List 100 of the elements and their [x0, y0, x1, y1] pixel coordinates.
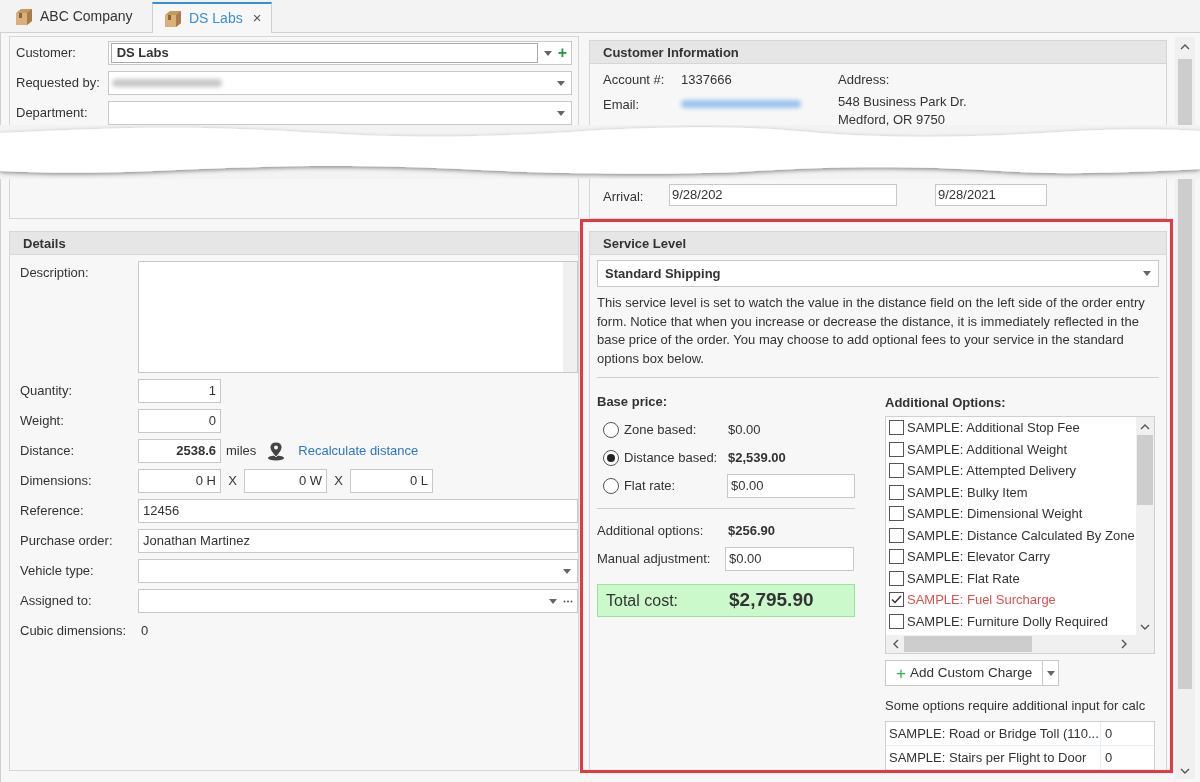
radio-button[interactable] — [603, 450, 619, 466]
dropdown-arrow-icon[interactable] — [543, 50, 552, 56]
table-cell: SAMPLE: Stairs per Flight to Door — [886, 745, 1101, 769]
vertical-scrollbar[interactable] — [1175, 37, 1195, 125]
dropdown-field[interactable] — [138, 559, 578, 583]
dropdown-field[interactable] — [138, 589, 578, 613]
radio-label: Flat rate: — [623, 477, 677, 496]
option-label: SAMPLE: Distance Calculated By Zone — [907, 526, 1135, 545]
additional-options-value: $256.90 — [728, 522, 775, 541]
dropdown-arrow-icon[interactable] — [557, 80, 565, 86]
scroll-left-icon[interactable] — [892, 639, 900, 650]
radio-button[interactable] — [603, 422, 619, 438]
service-level-dropdown[interactable]: Standard Shipping — [597, 260, 1159, 287]
document-tab[interactable]: DS Labs × — [152, 2, 273, 33]
checkbox[interactable] — [889, 613, 904, 629]
customer-combo[interactable]: DS Labs + — [107, 41, 572, 65]
vertical-scrollbar[interactable] — [1175, 179, 1195, 779]
scroll-up-icon[interactable] — [1140, 423, 1150, 431]
field-label: Weight: — [20, 412, 65, 430]
options-title: Additional Options: — [885, 394, 1007, 412]
address-line: Medford, OR 9750 — [838, 110, 946, 129]
date-field[interactable]: 9/28/202 — [669, 183, 897, 206]
checkbox[interactable] — [889, 570, 904, 586]
price-value: $0.00 — [728, 421, 761, 440]
checkbox[interactable] — [889, 527, 904, 543]
more-icon[interactable] — [563, 599, 573, 603]
field-label: Email: — [603, 95, 641, 114]
number-field[interactable]: 0 — [138, 409, 221, 433]
scroll-up-icon[interactable] — [1180, 43, 1190, 51]
dropdown-arrow-icon[interactable] — [549, 598, 557, 604]
checkbox[interactable] — [889, 484, 904, 500]
scroll-right-icon[interactable] — [1120, 639, 1128, 650]
checkbox[interactable] — [889, 549, 904, 565]
base-price-label: Base price: — [597, 393, 669, 411]
account-number: 1337666 — [681, 71, 733, 89]
field-label: Requested by: — [16, 74, 101, 93]
unit-label: miles — [226, 442, 257, 460]
scroll-thumb[interactable] — [1178, 179, 1192, 689]
field-label: Assigned to: — [20, 592, 93, 610]
table-cell[interactable]: 0 — [1101, 745, 1117, 769]
field-label: Description: — [20, 264, 90, 282]
number-field[interactable]: 1 — [138, 379, 221, 403]
field-label: Additional options: — [597, 522, 705, 541]
radio-label: Distance based: — [624, 449, 719, 468]
text-field[interactable]: 12456 — [138, 499, 578, 523]
list-scrollbar[interactable] — [1136, 417, 1154, 636]
textarea-scrollbar[interactable] — [563, 262, 577, 372]
tab-label: ABC Company — [40, 7, 133, 26]
option-label: SAMPLE: Bulky Item — [907, 483, 1028, 502]
dropdown-arrow-icon[interactable] — [563, 568, 571, 574]
recalculate-link[interactable]: Recalculate distance — [298, 439, 419, 463]
option-label: SAMPLE: Dimensional Weight — [907, 505, 1083, 523]
times-sign: X — [227, 472, 238, 490]
text-field[interactable]: Jonathan Martinez — [138, 529, 578, 553]
map-pin-icon[interactable] — [266, 441, 287, 461]
cubic-value: 0 — [140, 622, 149, 640]
times-sign: X — [333, 472, 344, 490]
radio-button[interactable] — [603, 478, 619, 494]
dropdown-arrow-icon[interactable] — [1143, 271, 1151, 276]
dimension-field[interactable]: 0 H — [138, 469, 221, 493]
description-field[interactable] — [138, 261, 578, 373]
add-button[interactable]: + — [557, 45, 569, 61]
scroll-thumb[interactable] — [904, 636, 1032, 653]
selected-value: Standard Shipping — [605, 264, 721, 283]
date-field[interactable]: 9/28/2021 — [935, 183, 1047, 206]
checkbox[interactable] — [889, 463, 904, 479]
checkbox[interactable] — [889, 592, 904, 608]
horizontal-scrollbar[interactable] — [886, 635, 1154, 653]
dropdown-arrow-icon[interactable] — [1046, 670, 1055, 676]
document-tab[interactable]: ABC Company — [4, 1, 152, 32]
scroll-down-icon[interactable] — [1180, 767, 1190, 775]
distance-field[interactable]: 2538.6 — [138, 439, 221, 463]
checkbox[interactable] — [889, 420, 904, 436]
close-button[interactable]: × — [252, 7, 262, 30]
field-label: Vehicle type: — [20, 562, 95, 580]
dimension-field[interactable]: 0 W — [244, 469, 327, 493]
scroll-thumb[interactable] — [1137, 435, 1153, 505]
field-label: Distance: — [20, 442, 76, 460]
table-cell[interactable]: 0 — [1101, 721, 1117, 745]
scroll-thumb[interactable] — [1178, 59, 1192, 125]
section-header: Service Level — [590, 232, 1166, 255]
field-label: Arrival: — [603, 188, 645, 206]
box-icon — [14, 7, 34, 26]
options-list[interactable] — [885, 416, 1155, 654]
checkbox[interactable] — [889, 441, 904, 457]
checkbox[interactable] — [889, 506, 904, 522]
option-label: SAMPLE: Furniture Dolly Required — [907, 612, 1108, 631]
section-header: Details — [10, 232, 578, 255]
dimension-field[interactable]: 0 L — [350, 469, 433, 493]
dropdown-arrow-icon[interactable] — [557, 110, 565, 116]
price-value: $2,539.00 — [728, 449, 786, 468]
adjustment-field[interactable]: $0.00 — [725, 547, 854, 571]
table-cell: SAMPLE: Road or Bridge Toll (110... — [886, 721, 1101, 745]
total-value: $2,795.90 — [729, 588, 814, 613]
option-label: SAMPLE: Additional Stop Fee — [907, 419, 1080, 437]
field-label: Account #: — [603, 71, 666, 89]
price-field[interactable]: $0.00 — [727, 474, 855, 498]
field-label: Department: — [16, 104, 89, 123]
dropdown-field[interactable] — [107, 101, 572, 125]
scroll-down-icon[interactable] — [1140, 623, 1150, 632]
